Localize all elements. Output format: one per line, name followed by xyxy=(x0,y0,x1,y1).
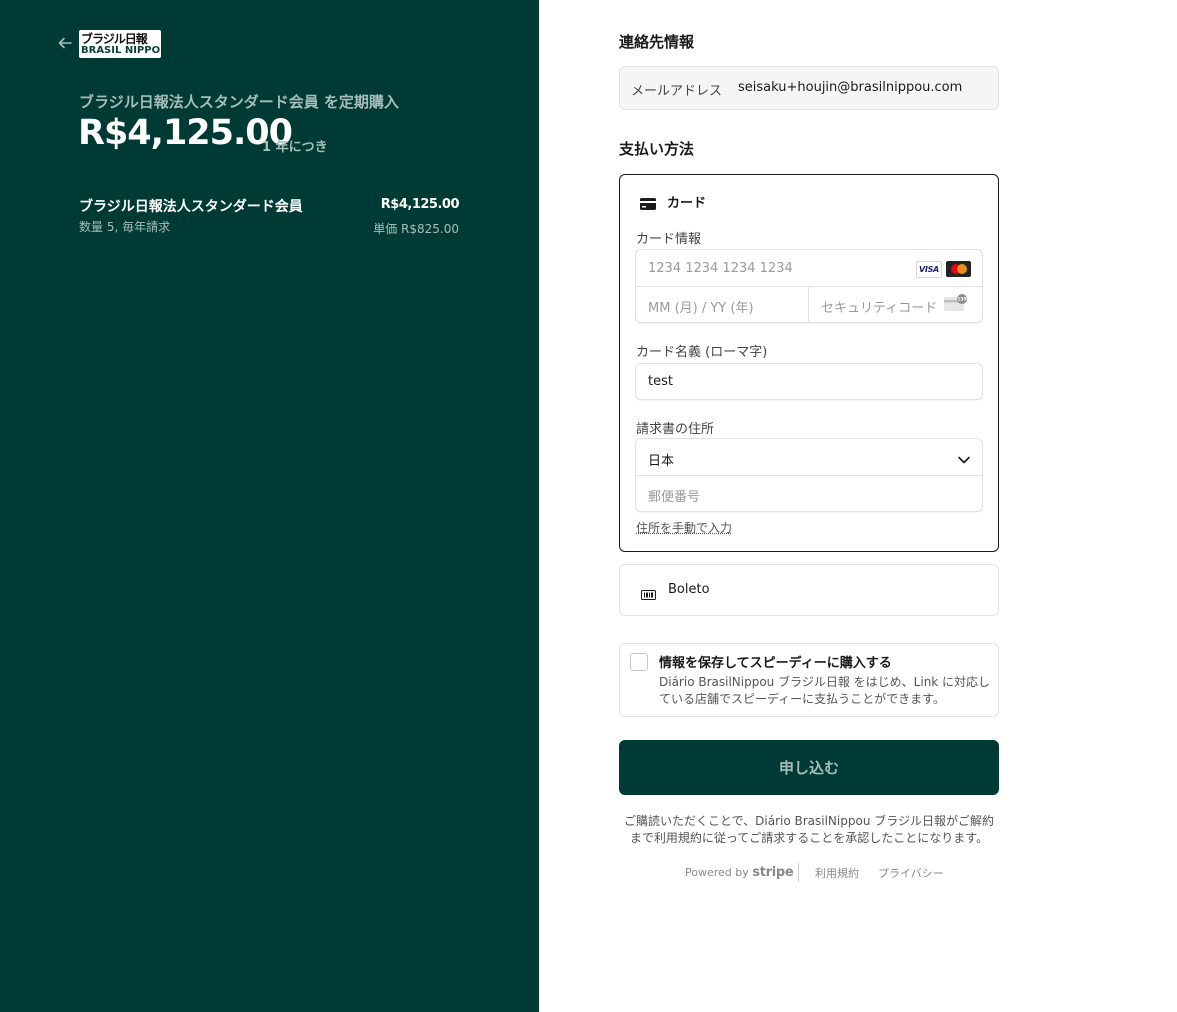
card-info-label: カード情報 xyxy=(636,232,702,247)
subscription-title: ブラジル日報法人スタンダード会員 を定期購入 xyxy=(79,93,399,111)
line-item-unit-price: 単価 R$825.00 xyxy=(373,222,459,236)
barcode-icon xyxy=(641,585,656,600)
card-option-label: カード xyxy=(667,196,707,211)
mastercard-icon xyxy=(946,261,971,277)
line-item-detail: 数量 5, 毎年請求 xyxy=(79,220,171,234)
manual-address-link[interactable]: 住所を手動で入力 xyxy=(636,519,732,536)
cardholder-name-label: カード名義 (ローマ字) xyxy=(636,345,768,360)
terms-notice: ご購読いただくことで、Diário BrasilNippou ブラジル日報がご解… xyxy=(623,814,995,845)
save-info-title: 情報を保存してスピーディーに購入する xyxy=(659,656,892,671)
privacy-link[interactable]: プライバシー xyxy=(878,865,944,881)
boleto-payment-option[interactable]: Boleto xyxy=(619,564,999,616)
save-info-description: Diário BrasilNippou ブラジル日報 をはじめ、Link に対応… xyxy=(659,675,991,706)
card-cvc-input[interactable]: セキュリティコード xyxy=(821,297,937,316)
save-info-checkbox[interactable] xyxy=(630,653,648,671)
card-number-input[interactable]: 1234 1234 1234 1234 xyxy=(648,261,793,276)
email-value: seisaku+houjin@brasilnippou.com xyxy=(738,80,963,95)
stripe-logo: stripe xyxy=(752,865,794,880)
boleto-label: Boleto xyxy=(668,582,710,597)
subscribe-button[interactable]: 申し込む xyxy=(619,740,999,795)
line-item-amount: R$4,125.00 xyxy=(380,197,460,212)
email-label: メールアドレス xyxy=(631,84,723,99)
postal-code-input[interactable]: 郵便番号 xyxy=(648,486,700,505)
cardholder-name-value: test xyxy=(648,374,673,389)
link-save-panel: 情報を保存してスピーディーに購入する Diário BrasilNippou ブ… xyxy=(619,643,999,717)
line-item-name: ブラジル日報法人スタンダード会員 xyxy=(79,199,303,215)
logo-latin-text: BRASIL NIPPOU xyxy=(81,45,161,56)
card-payment-option[interactable]: カード カード情報 1234 1234 1234 1234 VISA MM (月… xyxy=(619,174,999,552)
payment-method-heading: 支払い方法 xyxy=(619,140,695,158)
chevron-down-icon xyxy=(957,451,971,464)
cvc-card-icon: 135 xyxy=(944,294,968,312)
svg-text:135: 135 xyxy=(957,297,967,303)
country-select[interactable]: 日本 xyxy=(636,439,982,475)
credit-card-icon xyxy=(640,195,656,210)
terms-link[interactable]: 利用規約 xyxy=(815,865,859,881)
brasil-nippou-logo[interactable]: ブラジル日報 BRASIL NIPPOU xyxy=(79,30,161,58)
cardholder-name-input[interactable]: test xyxy=(635,363,983,400)
contact-heading: 連絡先情報 xyxy=(619,33,695,51)
billing-address-label: 請求書の住所 xyxy=(636,422,715,437)
order-summary-panel: ブラジル日報 BRASIL NIPPOU ブラジル日報法人スタンダード会員 を定… xyxy=(0,0,539,1012)
powered-by-stripe[interactable]: Powered by stripe xyxy=(685,865,794,880)
footer-divider xyxy=(798,863,799,882)
visa-icon: VISA xyxy=(916,261,942,278)
email-field[interactable]: メールアドレス seisaku+houjin@brasilnippou.com xyxy=(619,66,999,110)
card-expiry-input[interactable]: MM (月) / YY (年) xyxy=(648,297,754,316)
total-price: R$4,125.00 xyxy=(78,113,293,153)
country-value: 日本 xyxy=(648,454,675,469)
card-info-group: 1234 1234 1234 1234 VISA MM (月) / YY (年)… xyxy=(635,249,983,323)
back-arrow-icon[interactable] xyxy=(56,34,74,52)
powered-by-text: Powered by xyxy=(685,866,749,879)
billing-address-group: 日本 郵便番号 xyxy=(635,438,983,512)
billing-period: 1 年につき xyxy=(262,140,328,155)
